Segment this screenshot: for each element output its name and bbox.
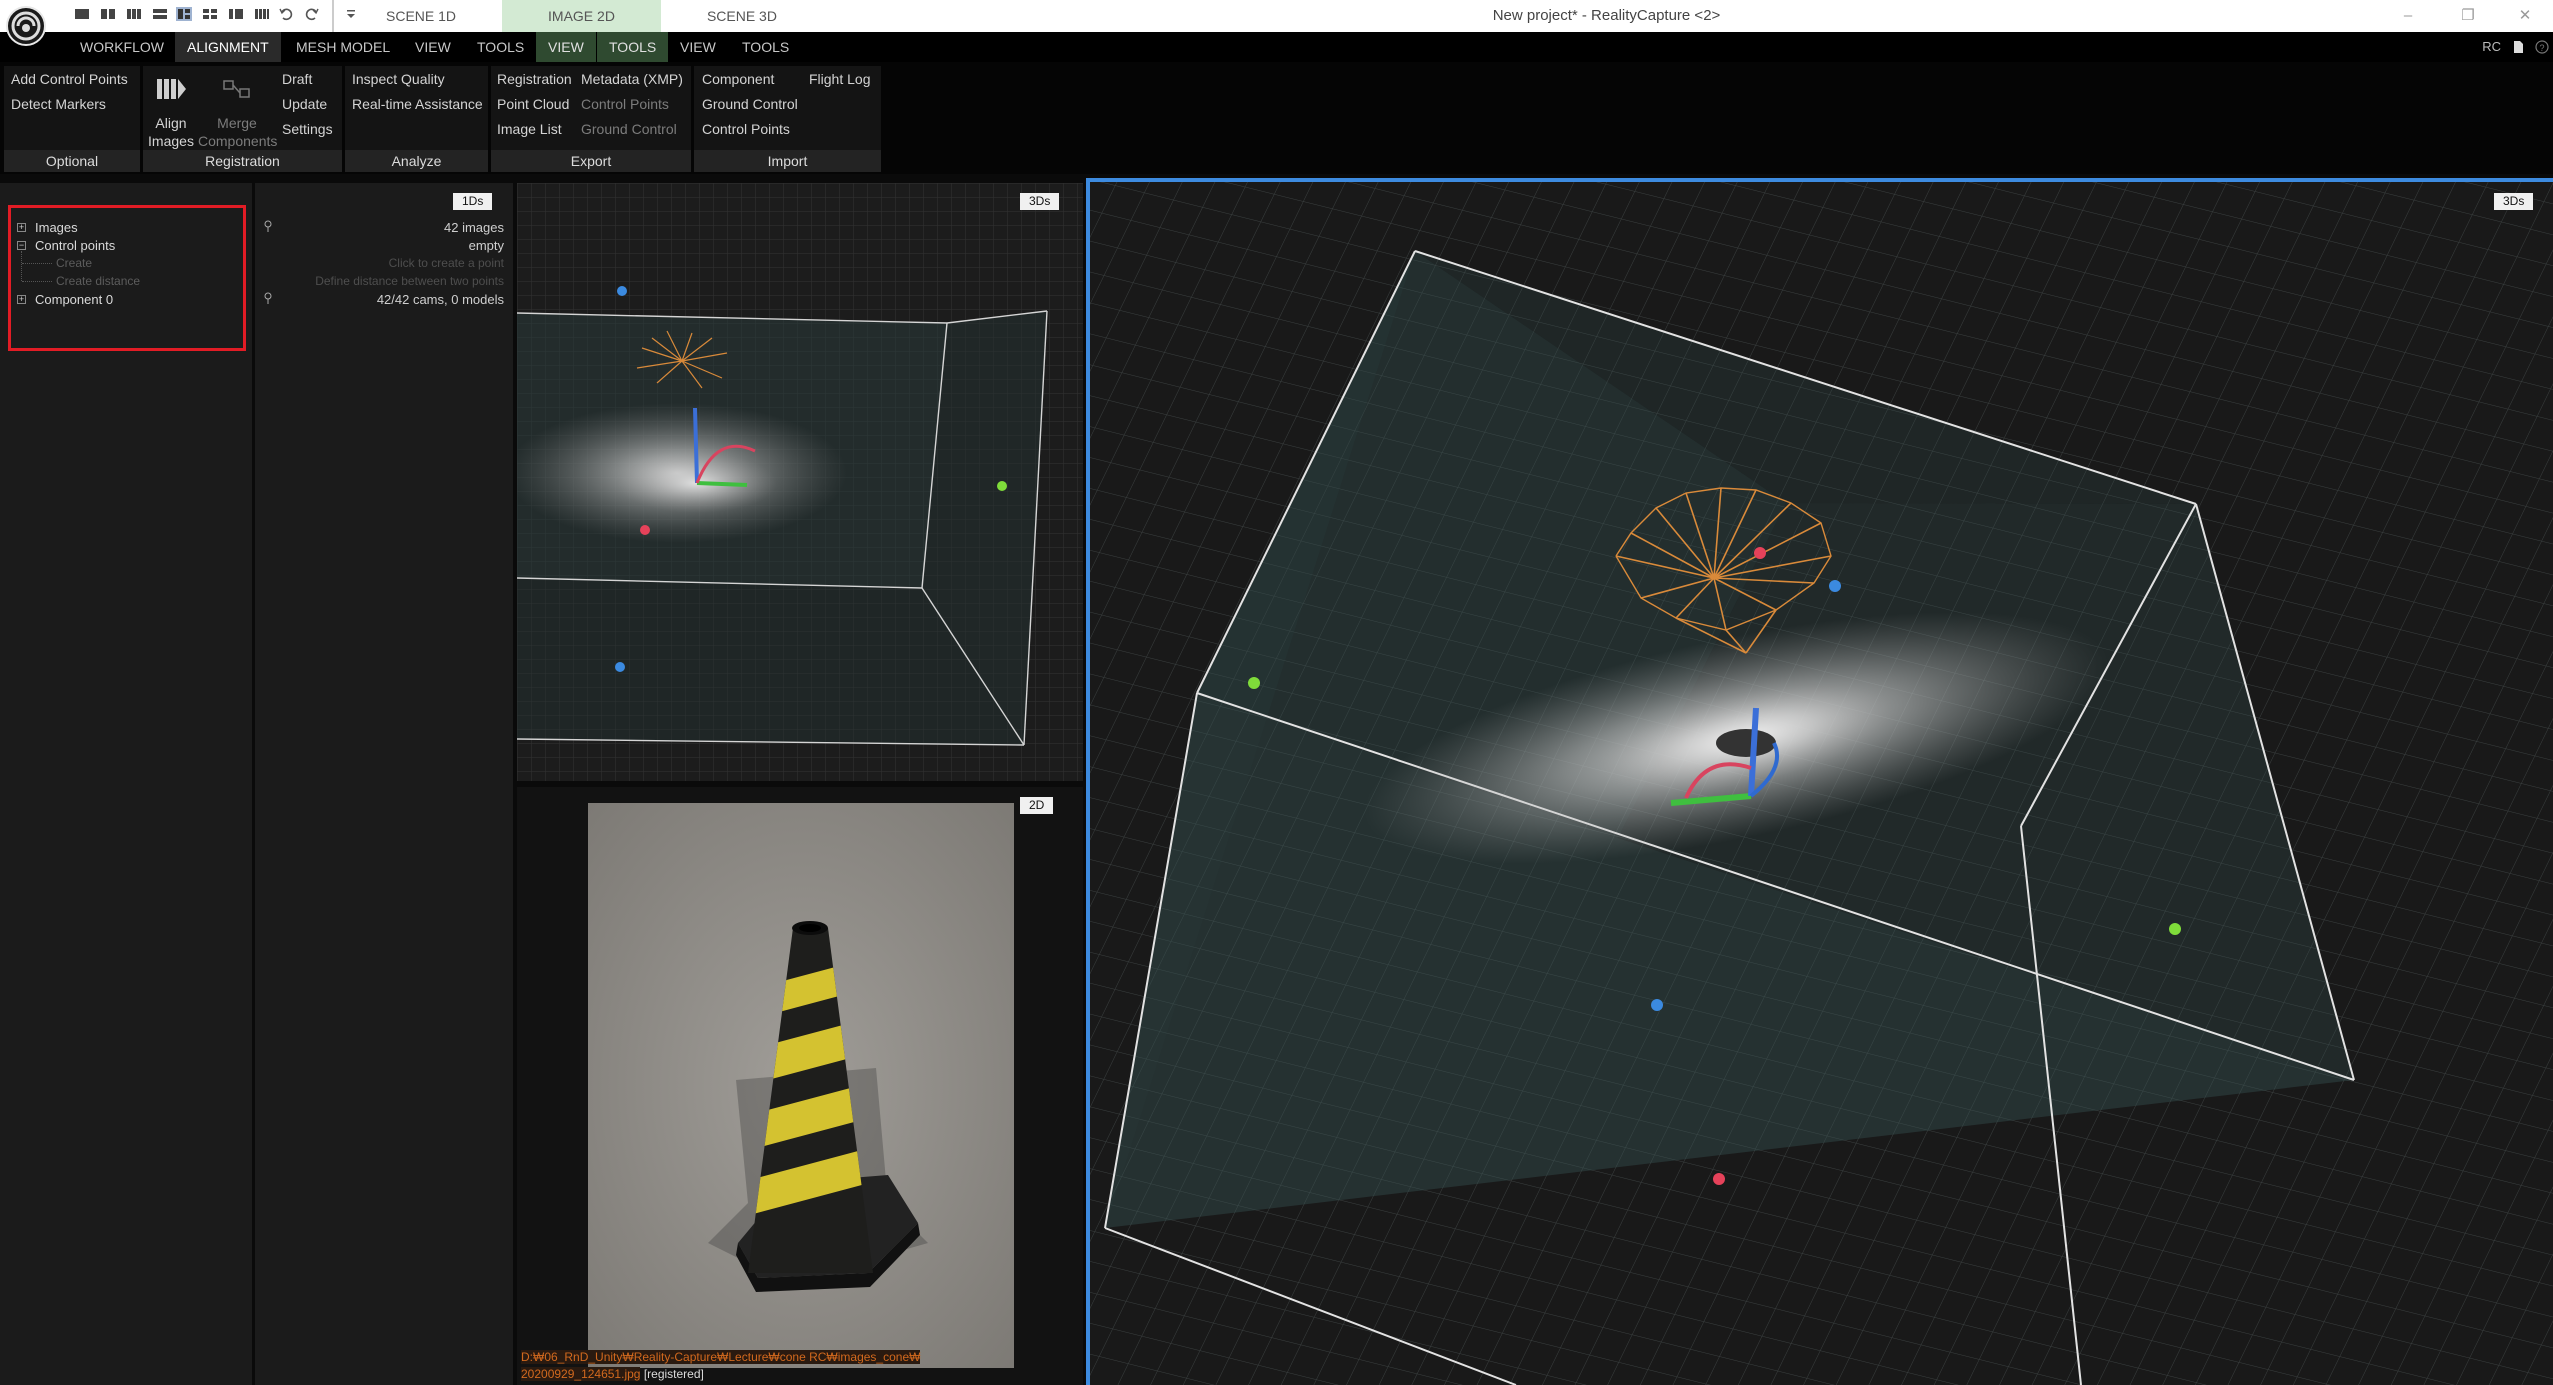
menu-tools[interactable]: TOOLS xyxy=(465,32,536,62)
export-control-points-button[interactable]: Control Points xyxy=(581,96,669,112)
svg-text:?: ? xyxy=(2540,43,2545,53)
selection-highlight-box xyxy=(8,205,246,351)
help-icon[interactable]: ? xyxy=(2535,40,2549,54)
image-file-path: D:₩06_RnD_Unity₩Reality-Capture₩Lecture₩… xyxy=(521,1349,921,1383)
project-tree-panel xyxy=(0,183,252,1385)
create-hint: Click to create a point xyxy=(388,256,504,270)
menu-context-view[interactable]: VIEW xyxy=(536,32,596,62)
export-ground-control-button[interactable]: Ground Control xyxy=(581,121,677,137)
inspect-quality-button[interactable]: Inspect Quality xyxy=(352,71,445,87)
ribbon-footer-registration: Registration xyxy=(143,150,342,172)
cone-photo-image xyxy=(588,803,1014,1368)
minimize-button[interactable]: – xyxy=(2380,0,2436,32)
control-point-marker[interactable] xyxy=(615,662,625,672)
import-flight-log-button[interactable]: Flight Log xyxy=(809,71,870,87)
create-distance-hint: Define distance between two points xyxy=(315,274,504,288)
merge-components-icon xyxy=(222,77,252,104)
export-registration-button[interactable]: Registration xyxy=(497,71,572,87)
control-point-marker[interactable] xyxy=(997,481,1007,491)
align-images-icon xyxy=(155,75,187,106)
document-icon[interactable] xyxy=(2511,40,2525,54)
merge-components-button[interactable]: Merge Components xyxy=(198,114,277,150)
menu-view-3d[interactable]: VIEW xyxy=(668,32,728,62)
control-point-marker[interactable] xyxy=(617,286,627,296)
export-point-cloud-button[interactable]: Point Cloud xyxy=(497,96,569,112)
menu-alignment[interactable]: ALIGNMENT xyxy=(175,32,281,62)
menu-context-tools[interactable]: TOOLS xyxy=(597,32,669,62)
update-button[interactable]: Update xyxy=(282,96,327,112)
info-panel xyxy=(255,183,513,1385)
window-title: New project* - RealityCapture <2> xyxy=(1492,7,1721,24)
import-component-button[interactable]: Component xyxy=(702,71,774,87)
export-metadata-button[interactable]: Metadata (XMP) xyxy=(581,71,683,87)
detect-markers-button[interactable]: Detect Markers xyxy=(11,96,106,112)
viewport-tag-2d[interactable]: 2D xyxy=(1020,797,1054,814)
ribbon-footer-optional: Optional xyxy=(4,150,140,172)
realtime-assistance-button[interactable]: Real-time Assistance xyxy=(352,96,483,112)
image-filename: 20200929_124651.jpg xyxy=(521,1367,641,1381)
menu-mesh-model[interactable]: MESH MODEL xyxy=(284,32,402,62)
control-point-marker[interactable] xyxy=(640,525,650,535)
import-ground-control-button[interactable]: Ground Control xyxy=(702,96,798,112)
component-value: 42/42 cams, 0 models xyxy=(376,292,504,307)
image-path-dir: D:₩06_RnD_Unity₩Reality-Capture₩Lecture₩… xyxy=(521,1350,921,1364)
viewport-tag-3ds-small[interactable]: 3Ds xyxy=(1020,193,1060,210)
images-count-value: 42 images xyxy=(444,220,504,235)
close-button[interactable]: ✕ xyxy=(2497,0,2553,32)
import-control-points-button[interactable]: Control Points xyxy=(702,121,790,137)
viewport-tag-1ds[interactable]: 1Ds xyxy=(453,193,493,210)
active-viewport-border xyxy=(1086,178,2553,1385)
menu-workflow[interactable]: WORKFLOW xyxy=(68,32,176,62)
export-image-list-button[interactable]: Image List xyxy=(497,121,562,137)
ribbon-footer-export: Export xyxy=(491,150,691,172)
scene-3d-small-viewport[interactable]: 3Ds xyxy=(517,183,1083,781)
ribbon-footer-import: Import xyxy=(694,150,881,172)
realitycapture-logo-icon[interactable] xyxy=(6,6,46,46)
menu-view[interactable]: VIEW xyxy=(403,32,463,62)
image-status: [registered] xyxy=(643,1367,704,1381)
menu-tools-3d[interactable]: TOOLS xyxy=(730,32,801,62)
rc-label: RC xyxy=(2482,39,2501,54)
restore-button[interactable]: ❐ xyxy=(2440,0,2496,32)
ribbon-footer-analyze: Analyze xyxy=(345,150,488,172)
add-control-points-button[interactable]: Add Control Points xyxy=(11,71,128,87)
settings-button[interactable]: Settings xyxy=(282,121,333,137)
control-points-value: empty xyxy=(468,238,504,253)
align-images-button[interactable]: Align Images xyxy=(139,114,203,150)
draft-button[interactable]: Draft xyxy=(282,71,312,87)
